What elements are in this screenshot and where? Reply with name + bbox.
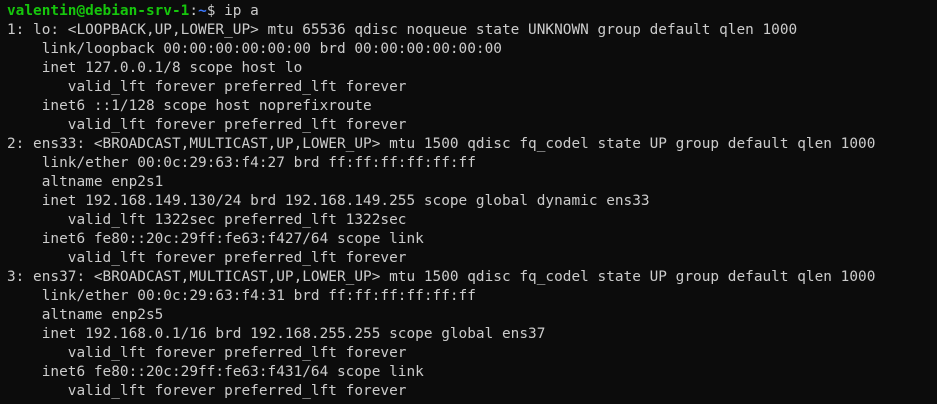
output-line: altname enp2s5: [7, 307, 164, 323]
output-line: valid_lft forever preferred_lft forever: [7, 345, 407, 361]
output-line: valid_lft 1322sec preferred_lft 1322sec: [7, 212, 407, 228]
output-line: link/ether 00:0c:29:63:f4:27 brd ff:ff:f…: [7, 155, 476, 171]
output-line: 1: lo: <LOOPBACK,UP,LOWER_UP> mtu 65536 …: [7, 22, 798, 38]
output-line: link/ether 00:0c:29:63:f4:31 brd ff:ff:f…: [7, 288, 476, 304]
prompt-line: valentin@debian-srv-1:~$ ip a: [7, 2, 937, 21]
prompt-separator: :: [189, 3, 199, 19]
output-line: 2: ens33: <BROADCAST,MULTICAST,UP,LOWER_…: [7, 136, 876, 152]
terminal-window[interactable]: valentin@debian-srv-1:~$ ip a 1: lo: <LO…: [0, 0, 937, 404]
output-line: inet6 fe80::20c:29ff:fe63:f431/64 scope …: [7, 364, 424, 380]
output-line: valid_lft forever preferred_lft forever: [7, 117, 407, 133]
output-line: link/loopback 00:00:00:00:00:00 brd 00:0…: [7, 41, 502, 57]
output-line: 3: ens37: <BROADCAST,MULTICAST,UP,LOWER_…: [7, 269, 876, 285]
output-line: inet 127.0.0.1/8 scope host lo: [7, 60, 303, 76]
prompt-user-host: valentin@debian-srv-1: [7, 3, 190, 19]
output-line: valid_lft forever preferred_lft forever: [7, 250, 407, 266]
output-line: valid_lft forever preferred_lft forever: [7, 383, 407, 399]
prompt-path: ~: [198, 3, 207, 19]
output-line: altname enp2s1: [7, 174, 164, 190]
output-line: inet6 ::1/128 scope host noprefixroute: [7, 98, 372, 114]
output-line: inet6 fe80::20c:29ff:fe63:f427/64 scope …: [7, 231, 424, 247]
output-line: inet 192.168.149.130/24 brd 192.168.149.…: [7, 193, 650, 209]
output-line: valid_lft forever preferred_lft forever: [7, 79, 407, 95]
output-line: inet 192.168.0.1/16 brd 192.168.255.255 …: [7, 326, 546, 342]
command-text: ip a: [215, 3, 259, 19]
